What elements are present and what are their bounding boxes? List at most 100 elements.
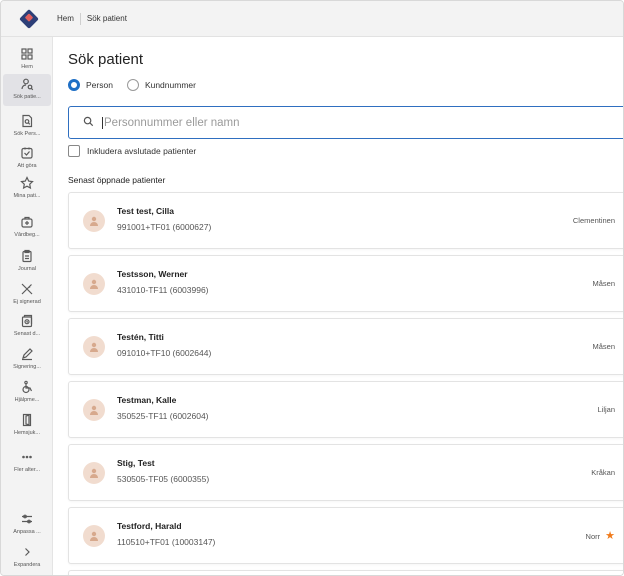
avatar bbox=[83, 462, 105, 484]
patient-id: 431010-TF11 (6003996) bbox=[117, 285, 209, 295]
include-closed-patients[interactable]: Inkludera avslutade patienter bbox=[68, 145, 196, 157]
sidebar-item-label: Fler alter... bbox=[14, 467, 40, 473]
sidebar-item-search-patient[interactable]: Sök patie... bbox=[3, 74, 51, 106]
search-type-radio-group: Person Kundnummer bbox=[68, 79, 210, 91]
sidebar-item-label: Ej signerad bbox=[13, 299, 41, 305]
patient-card[interactable]: Test test, Cilla 991001+TF01 (6000627) C… bbox=[68, 192, 623, 249]
sidebar-item-home-care[interactable]: Hemsjuk... bbox=[3, 410, 51, 442]
patient-card[interactable]: Testsson, Werner 431010-TF11 (6003996) M… bbox=[68, 255, 623, 312]
patient-card[interactable]: Stig, Test 530505-TF05 (6000355) Kråkan bbox=[68, 444, 623, 501]
avatar bbox=[83, 210, 105, 232]
radio-customer-label: Kundnummer bbox=[144, 80, 196, 90]
favorite-star-icon[interactable]: ★ bbox=[605, 531, 615, 542]
sidebar-item-label: Mina pati... bbox=[13, 193, 41, 199]
grid-icon bbox=[20, 47, 34, 61]
unit-label: Clementinen bbox=[572, 216, 615, 225]
sidebar: Hem Sök patie... Sök Pers... Att göra Mi… bbox=[1, 37, 53, 575]
medical-bag-icon bbox=[20, 215, 34, 229]
sidebar-item-label: Sök patie... bbox=[13, 94, 41, 100]
sidebar-item-label: Anpassa ... bbox=[13, 529, 41, 535]
include-closed-label: Inkludera avslutade patienter bbox=[87, 146, 197, 156]
sidebar-item-label: Att göra bbox=[17, 163, 37, 169]
patient-name: Test test, Cilla bbox=[117, 206, 174, 216]
breadcrumb-current: Sök patient bbox=[86, 14, 127, 23]
sidebar-item-expand[interactable]: Expandera bbox=[3, 542, 51, 574]
person-icon bbox=[90, 468, 98, 478]
wheelchair-icon bbox=[20, 380, 34, 394]
patient-unit: Måsen bbox=[592, 342, 615, 351]
radio-person[interactable]: Person bbox=[68, 79, 113, 91]
checkbox-icon bbox=[20, 146, 34, 160]
patient-id: 530505-TF05 (6000355) bbox=[117, 474, 210, 484]
sidebar-item-customize[interactable]: Anpassa ... bbox=[3, 509, 51, 541]
patient-id: 350525-TF11 (6002604) bbox=[117, 411, 209, 421]
sidebar-item-label: Sök Pers... bbox=[13, 131, 41, 137]
breadcrumb-home[interactable]: Hem bbox=[57, 14, 74, 23]
sidebar-item-todo[interactable]: Att göra bbox=[3, 143, 51, 175]
sidebar-item-care-request[interactable]: Vårdbeg... bbox=[3, 212, 51, 244]
pen-icon bbox=[20, 347, 34, 361]
clipboard-icon bbox=[20, 249, 34, 263]
sidebar-item-label: Vårdbeg... bbox=[14, 232, 40, 238]
sidebar-item-label: Hem bbox=[21, 64, 33, 70]
main-content: Sök patient Person Kundnummer Inkludera … bbox=[54, 38, 623, 575]
include-closed-checkbox[interactable] bbox=[68, 145, 80, 157]
patient-card[interactable]: Testén, Titti 091010+TF10 (6002644) Måse… bbox=[68, 318, 623, 375]
sidebar-item-label: Hemsjuk... bbox=[14, 430, 40, 436]
radio-person-circle[interactable] bbox=[68, 79, 80, 91]
app-logo[interactable] bbox=[1, 1, 57, 37]
chevron-right-icon bbox=[20, 545, 34, 559]
sidebar-item-label: Expandera bbox=[13, 562, 41, 568]
sidebar-item-aids[interactable]: Hjälpme... bbox=[3, 377, 51, 409]
sidebar-item-label: Senast d... bbox=[13, 331, 41, 337]
patient-name: Testford, Harald bbox=[117, 521, 182, 531]
sidebar-item-recent-docs[interactable]: Senast d... bbox=[3, 311, 51, 343]
top-bar: Hem Sök patient bbox=[1, 1, 623, 37]
person-icon bbox=[90, 342, 98, 352]
avatar bbox=[83, 336, 105, 358]
search-box[interactable] bbox=[68, 106, 623, 139]
breadcrumb-divider bbox=[79, 12, 81, 25]
unit-label: Liljan bbox=[597, 405, 615, 414]
search-input[interactable] bbox=[102, 116, 582, 129]
patient-id: 991001+TF01 (6000627) bbox=[117, 222, 212, 232]
recent-docs-icon bbox=[20, 314, 34, 328]
unit-label: Måsen bbox=[592, 342, 615, 351]
avatar bbox=[83, 273, 105, 295]
unsigned-icon bbox=[20, 282, 34, 296]
patient-card-partial bbox=[68, 570, 623, 575]
radio-person-label: Person bbox=[86, 80, 113, 90]
patient-unit: Måsen bbox=[592, 279, 615, 288]
unit-label: Kråkan bbox=[591, 468, 615, 477]
patient-card[interactable]: Testman, Kalle 350525-TF11 (6002604) Lil… bbox=[68, 381, 623, 438]
patient-unit: Norr ★ bbox=[586, 531, 615, 542]
patient-name: Testman, Kalle bbox=[117, 395, 177, 405]
door-icon bbox=[20, 413, 34, 427]
radio-customer-number[interactable]: Kundnummer bbox=[126, 79, 196, 91]
patient-card[interactable]: Testford, Harald 110510+TF01 (10003147) … bbox=[68, 507, 623, 564]
logo-icon bbox=[19, 8, 39, 29]
patient-unit: Clementinen bbox=[573, 216, 615, 225]
sidebar-item-unsigned[interactable]: Ej signerad bbox=[3, 279, 51, 311]
sidebar-item-label: Hjälpme... bbox=[14, 397, 40, 403]
person-search-icon bbox=[20, 77, 34, 91]
breadcrumb: Hem Sök patient bbox=[57, 12, 127, 25]
sidebar-item-signing[interactable]: Signering... bbox=[3, 344, 51, 376]
sliders-icon bbox=[20, 512, 34, 526]
sidebar-item-home[interactable]: Hem bbox=[3, 44, 51, 76]
person-icon bbox=[90, 279, 98, 289]
search-icon bbox=[83, 114, 94, 132]
unit-label: Norr bbox=[585, 532, 601, 541]
unit-label: Måsen bbox=[592, 279, 615, 288]
sidebar-item-label: Signering... bbox=[13, 364, 41, 370]
sidebar-item-my-patients[interactable]: Mina pati... bbox=[3, 173, 51, 205]
sidebar-item-more[interactable]: Fler alter... bbox=[3, 447, 51, 479]
patient-id: 110510+TF01 (10003147) bbox=[117, 537, 216, 547]
patient-id: 091010+TF10 (6002644) bbox=[117, 348, 212, 358]
page-title: Sök patient bbox=[68, 51, 144, 68]
sidebar-item-search-person[interactable]: Sök Pers... bbox=[3, 111, 51, 143]
document-search-icon bbox=[20, 114, 34, 128]
sidebar-item-journal[interactable]: Journal bbox=[3, 246, 51, 278]
star-icon bbox=[20, 176, 34, 190]
radio-customer-circle[interactable] bbox=[126, 79, 139, 91]
